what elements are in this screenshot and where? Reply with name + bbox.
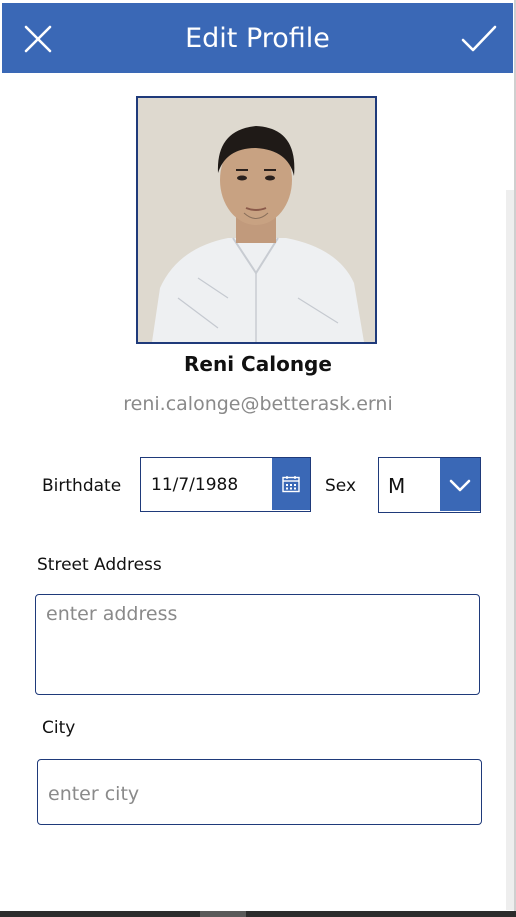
sex-label: Sex [325, 476, 357, 496]
app-screen: Edit Profile Reni Calonge reni.calonge@b… [0, 0, 516, 917]
city-label: City [42, 718, 76, 738]
profile-email: reni.calonge@betterask.erni [123, 393, 393, 415]
calendar-icon [282, 476, 300, 493]
scrollbar[interactable] [506, 190, 514, 910]
profile-name: Reni Calonge [184, 352, 332, 376]
birthdate-picker[interactable]: 11/7/1988 [140, 457, 311, 512]
check-icon [461, 25, 497, 52]
page-title: Edit Profile [185, 23, 330, 54]
calendar-button[interactable] [272, 458, 310, 510]
street-address-input[interactable]: enter address [35, 594, 480, 695]
street-address-label: Street Address [37, 555, 162, 575]
scrollbar-thumb[interactable] [200, 911, 246, 917]
profile-photo[interactable] [136, 96, 377, 344]
birthdate-value: 11/7/1988 [151, 475, 239, 495]
city-input[interactable]: enter city [37, 759, 482, 825]
birthdate-label: Birthdate [42, 476, 122, 496]
sex-dropdown-toggle[interactable] [440, 458, 480, 511]
city-placeholder: enter city [48, 783, 140, 805]
header-bar: Edit Profile [2, 3, 513, 73]
street-address-placeholder: enter address [46, 603, 178, 625]
horizontal-scrollbar[interactable] [0, 911, 516, 917]
person-photo-image [138, 98, 375, 342]
chevron-down-icon [449, 479, 471, 491]
sex-dropdown[interactable]: M [378, 457, 481, 513]
confirm-button[interactable] [459, 19, 499, 59]
sex-value: M [388, 474, 406, 498]
